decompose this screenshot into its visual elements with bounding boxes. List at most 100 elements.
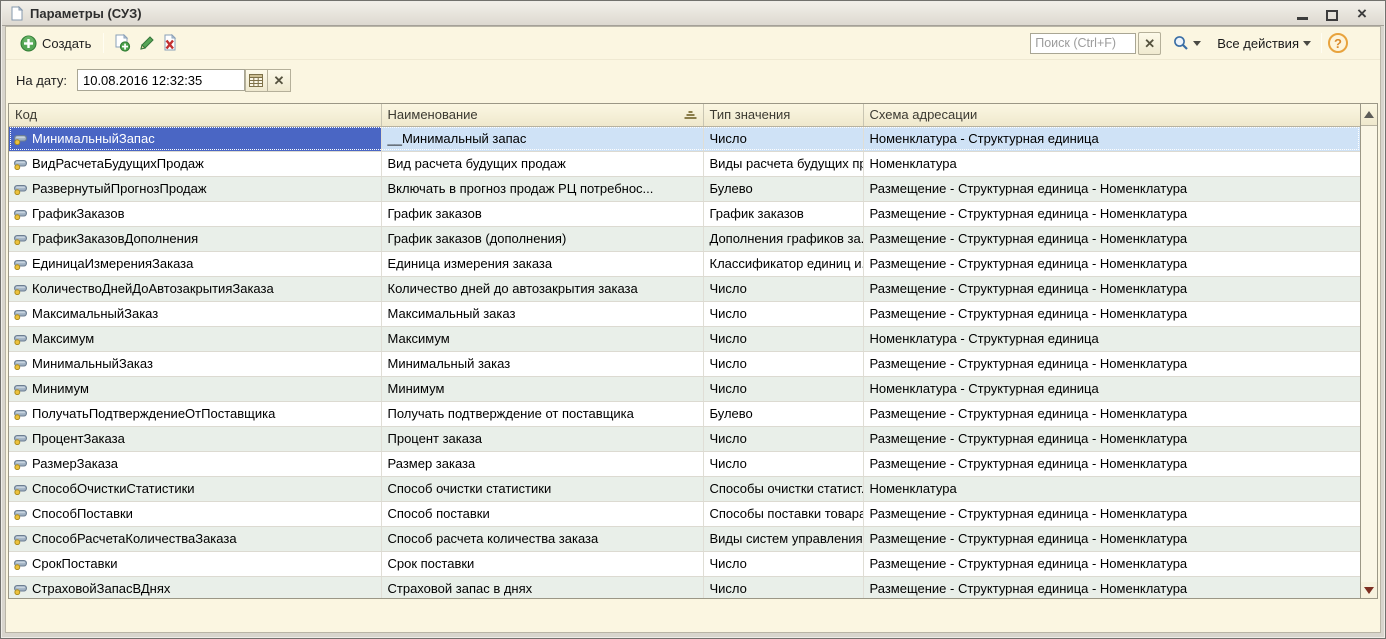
cell-name[interactable]: Срок поставки [381, 551, 703, 576]
cell-code[interactable]: ВидРасчетаБудущихПродаж [9, 151, 381, 176]
cell-schema[interactable]: Размещение - Структурная единица - Номен… [863, 251, 1360, 276]
cell-code[interactable]: СпособПоставки [9, 501, 381, 526]
date-clear-button[interactable]: ✕ [268, 69, 291, 92]
close-button[interactable]: × [1354, 7, 1370, 21]
cell-type[interactable]: Число [703, 551, 863, 576]
cell-schema[interactable]: Размещение - Структурная единица - Номен… [863, 351, 1360, 376]
cell-code[interactable]: МаксимальныйЗаказ [9, 301, 381, 326]
table-row[interactable]: КоличествоДнейДоАвтозакрытияЗаказаКоличе… [9, 276, 1360, 301]
search-input[interactable] [1030, 33, 1136, 54]
cell-type[interactable]: Булево [703, 401, 863, 426]
cell-schema[interactable]: Размещение - Структурная единица - Номен… [863, 426, 1360, 451]
cell-schema[interactable]: Размещение - Структурная единица - Номен… [863, 301, 1360, 326]
table-row[interactable]: ВидРасчетаБудущихПродажВид расчета будущ… [9, 151, 1360, 176]
cell-code[interactable]: Максимум [9, 326, 381, 351]
cell-code[interactable]: ПолучатьПодтверждениеОтПоставщика [9, 401, 381, 426]
cell-name[interactable]: Максимум [381, 326, 703, 351]
cell-type[interactable]: Число [703, 451, 863, 476]
edit-button[interactable] [134, 31, 158, 55]
cell-type[interactable]: Число [703, 576, 863, 598]
cell-name[interactable]: Количество дней до автозакрытия заказа [381, 276, 703, 301]
cell-type[interactable]: Число [703, 276, 863, 301]
cell-schema[interactable]: Размещение - Структурная единица - Номен… [863, 526, 1360, 551]
table-row[interactable]: СпособОчисткиСтатистикиСпособ очистки ст… [9, 476, 1360, 501]
table-row[interactable]: СрокПоставкиСрок поставкиЧислоРазмещение… [9, 551, 1360, 576]
cell-code[interactable]: МинимальныйЗаказ [9, 351, 381, 376]
cell-schema[interactable]: Размещение - Структурная единица - Номен… [863, 551, 1360, 576]
table-row[interactable]: СпособПоставкиСпособ поставкиСпособы пос… [9, 501, 1360, 526]
delete-button[interactable] [158, 31, 182, 55]
table-row[interactable]: МаксимальныйЗаказМаксимальный заказЧисло… [9, 301, 1360, 326]
cell-type[interactable]: Классификатор единиц и... [703, 251, 863, 276]
cell-name[interactable]: Получать подтверждение от поставщика [381, 401, 703, 426]
cell-name[interactable]: Минимум [381, 376, 703, 401]
cell-name[interactable]: График заказов (дополнения) [381, 226, 703, 251]
table-row[interactable]: ПолучатьПодтверждениеОтПоставщикаПолучат… [9, 401, 1360, 426]
cell-name[interactable]: Способ расчета количества заказа [381, 526, 703, 551]
cell-schema[interactable]: Размещение - Структурная единица - Номен… [863, 501, 1360, 526]
cell-code[interactable]: КоличествоДнейДоАвтозакрытияЗаказа [9, 276, 381, 301]
search-clear-button[interactable]: ✕ [1138, 32, 1161, 55]
cell-type[interactable]: Виды расчета будущих пр... [703, 151, 863, 176]
cell-type[interactable]: Число [703, 326, 863, 351]
cell-type[interactable]: График заказов [703, 201, 863, 226]
cell-name[interactable]: Единица измерения заказа [381, 251, 703, 276]
all-actions-button[interactable]: Все действия [1213, 33, 1315, 54]
cell-code[interactable]: РазмерЗаказа [9, 451, 381, 476]
cell-code[interactable]: ЕдиницаИзмеренияЗаказа [9, 251, 381, 276]
table-row[interactable]: РазвернутыйПрогнозПродажВключать в прогн… [9, 176, 1360, 201]
vertical-scrollbar[interactable] [1360, 104, 1377, 598]
cell-type[interactable]: Число [703, 301, 863, 326]
cell-code[interactable]: РазвернутыйПрогнозПродаж [9, 176, 381, 201]
cell-code[interactable]: Минимум [9, 376, 381, 401]
table-row[interactable]: СпособРасчетаКоличестваЗаказаСпособ расч… [9, 526, 1360, 551]
cell-schema[interactable]: Номенклатура - Структурная единица [863, 126, 1360, 151]
cell-type[interactable]: Булево [703, 176, 863, 201]
copy-button[interactable] [110, 31, 134, 55]
cell-schema[interactable]: Номенклатура - Структурная единица [863, 326, 1360, 351]
cell-schema[interactable]: Номенклатура [863, 151, 1360, 176]
column-header-schema[interactable]: Схема адресации [863, 104, 1360, 126]
cell-name[interactable]: Вид расчета будущих продаж [381, 151, 703, 176]
cell-schema[interactable]: Размещение - Структурная единица - Номен… [863, 226, 1360, 251]
cell-name[interactable]: Страховой запас в днях [381, 576, 703, 598]
date-input[interactable] [77, 69, 245, 91]
cell-code[interactable]: МинимальныйЗапас [9, 126, 381, 151]
table-row[interactable]: МинимальныйЗапас__Минимальный запасЧисло… [9, 126, 1360, 151]
date-picker-button[interactable] [245, 69, 268, 92]
cell-name[interactable]: График заказов [381, 201, 703, 226]
cell-name[interactable]: __Минимальный запас [381, 126, 703, 151]
cell-name[interactable]: Включать в прогноз продаж РЦ потребнос..… [381, 176, 703, 201]
cell-schema[interactable]: Размещение - Структурная единица - Номен… [863, 576, 1360, 598]
table-row[interactable]: МинимальныйЗаказМинимальный заказЧислоРа… [9, 351, 1360, 376]
table-row[interactable]: СтраховойЗапасВДняхСтраховой запас в дня… [9, 576, 1360, 598]
cell-code[interactable]: СрокПоставки [9, 551, 381, 576]
table-row[interactable]: ПроцентЗаказаПроцент заказаЧислоРазмещен… [9, 426, 1360, 451]
scroll-up-button[interactable] [1361, 104, 1377, 126]
cell-name[interactable]: Максимальный заказ [381, 301, 703, 326]
cell-type[interactable]: Дополнения графиков за... [703, 226, 863, 251]
help-button[interactable]: ? [1328, 33, 1348, 53]
cell-schema[interactable]: Размещение - Структурная единица - Номен… [863, 401, 1360, 426]
cell-type[interactable]: Число [703, 351, 863, 376]
cell-name[interactable]: Размер заказа [381, 451, 703, 476]
cell-type[interactable]: Виды систем управления ... [703, 526, 863, 551]
table-row[interactable]: ГрафикЗаказовГрафик заказовГрафик заказо… [9, 201, 1360, 226]
cell-type[interactable]: Число [703, 426, 863, 451]
search-menu-button[interactable] [1169, 32, 1205, 54]
cell-type[interactable]: Число [703, 126, 863, 151]
cell-schema[interactable]: Номенклатура - Структурная единица [863, 376, 1360, 401]
cell-name[interactable]: Процент заказа [381, 426, 703, 451]
column-header-code[interactable]: Код [9, 104, 381, 126]
column-header-name[interactable]: Наименование [381, 104, 703, 126]
minimize-button[interactable] [1294, 7, 1310, 21]
column-header-type[interactable]: Тип значения [703, 104, 863, 126]
cell-schema[interactable]: Размещение - Структурная единица - Номен… [863, 176, 1360, 201]
cell-code[interactable]: СтраховойЗапасВДнях [9, 576, 381, 598]
cell-schema[interactable]: Размещение - Структурная единица - Номен… [863, 201, 1360, 226]
cell-type[interactable]: Способы очистки статист... [703, 476, 863, 501]
cell-schema[interactable]: Размещение - Структурная единица - Номен… [863, 451, 1360, 476]
scroll-down-button[interactable] [1361, 582, 1377, 598]
table-row[interactable]: ЕдиницаИзмеренияЗаказаЕдиница измерения … [9, 251, 1360, 276]
cell-code[interactable]: ГрафикЗаказов [9, 201, 381, 226]
